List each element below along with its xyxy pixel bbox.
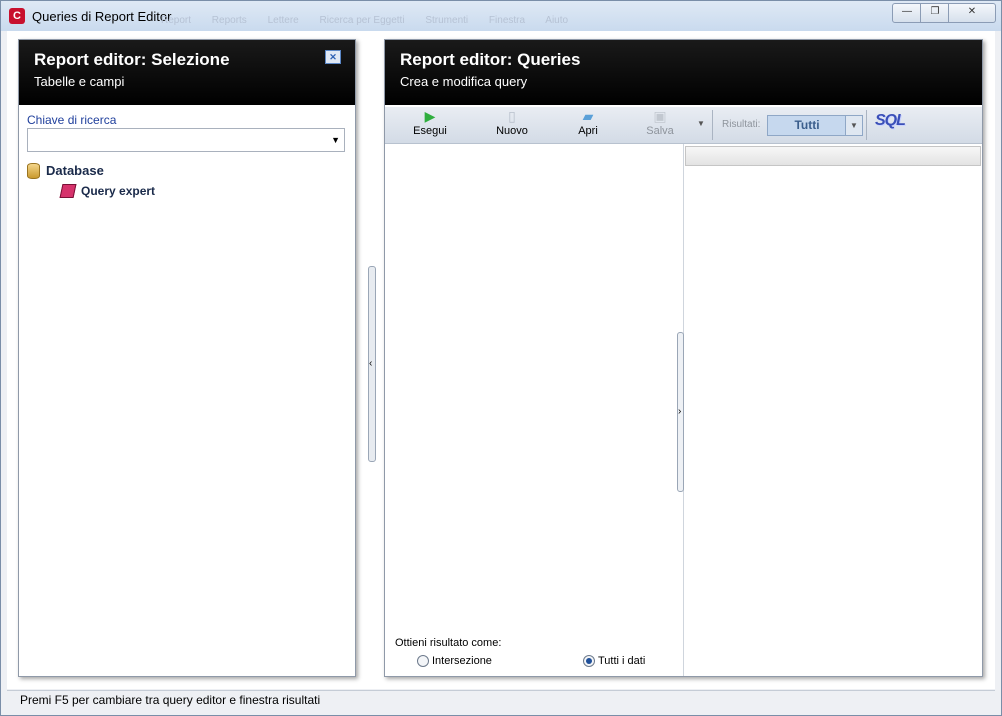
radio-intersezione[interactable]: Intersezione [417, 655, 492, 668]
risultati-label: Risultati: [722, 119, 761, 130]
ghost-menu-item: Strumenti [425, 15, 469, 26]
status-bar: Premi F5 per cambiare tra query editor e… [7, 690, 995, 709]
tree-item-label: Query expert [81, 183, 156, 198]
esegui-button[interactable]: ▶ Esegui [403, 109, 457, 141]
result-mode-label: Ottieni risultato come: [395, 637, 502, 649]
database-icon [27, 162, 40, 179]
save-icon: ▣ [653, 108, 667, 124]
nuovo-button[interactable]: ▯ Nuovo [485, 109, 539, 141]
tree-item-database[interactable]: Database [27, 162, 104, 180]
chevron-right-icon[interactable]: › [678, 406, 681, 417]
salva-button[interactable]: ▣ Salva [633, 109, 687, 141]
chevron-left-icon[interactable]: ‹ [369, 358, 372, 369]
radio-intersezione-label: Intersezione [432, 655, 492, 668]
close-button[interactable]: ✕ [948, 3, 996, 23]
selection-panel: Report editor: Selezione Tabelle e campi… [18, 39, 356, 677]
queries-panel-title: Report editor: Queries [400, 50, 581, 69]
ghost-menu-item: Aiuto [545, 15, 569, 26]
risultati-value: Tutti [794, 118, 820, 132]
search-key-label: Chiave di ricerca [27, 113, 117, 127]
play-icon: ▶ [424, 108, 436, 124]
selection-panel-header: Report editor: Selezione Tabelle e campi… [19, 40, 355, 105]
query-editor-area[interactable] [385, 144, 684, 676]
tree-item-query-expert[interactable]: Query expert [59, 182, 156, 200]
x-icon[interactable]: ✕ [325, 50, 341, 64]
radio-unchecked-icon[interactable] [417, 655, 429, 668]
risultati-select[interactable]: Tutti ▼ [767, 115, 863, 136]
open-folder-icon: ▰ [582, 108, 594, 124]
esegui-label: Esegui [413, 125, 447, 137]
radio-checked-icon[interactable] [583, 655, 595, 668]
queries-panel: Report editor: Queries Crea e modifica q… [384, 39, 983, 677]
nuovo-label: Nuovo [496, 125, 528, 137]
ghost-menu-item: Reports [211, 15, 247, 26]
apri-button[interactable]: ▰ Apri [561, 109, 615, 141]
selection-panel-subtitle: Tabelle e campi [34, 74, 125, 89]
query-toolbar: ▶ Esegui ▯ Nuovo ▰ Apri ▣ Salva ▼ Risult… [385, 107, 982, 144]
client-area: Report editor: Selezione Tabelle e campi… [7, 31, 995, 689]
toolbar-separator [866, 110, 867, 140]
sql-button[interactable]: SQL [875, 112, 906, 130]
tree-item-label: Database [46, 163, 104, 179]
ghost-menu-item: Finestra [488, 15, 526, 26]
maximize-button[interactable]: ❐ [920, 3, 950, 23]
chevron-down-icon[interactable]: ▼ [331, 135, 340, 145]
app-icon[interactable]: C [9, 8, 25, 24]
salva-label: Salva [646, 125, 674, 137]
radio-tutti-i-dati[interactable]: Tutti i dati [583, 655, 646, 668]
selection-panel-title: Report editor: Selezione [34, 50, 230, 69]
query-icon [59, 183, 77, 198]
new-doc-icon: ▯ [508, 108, 516, 124]
toolbar-separator [712, 110, 713, 140]
title-bar[interactable]: C Queries di Report Editor Report Report… [1, 1, 1001, 31]
ghost-menu-item: Ricerca per Eggetti [319, 15, 405, 26]
queries-panel-header: Report editor: Queries Crea e modifica q… [385, 40, 982, 105]
results-grid-header[interactable] [685, 146, 981, 166]
search-key-combo[interactable]: ▼ [27, 128, 345, 152]
window-title: Queries di Report Editor [32, 9, 172, 24]
toolbar-more-dropdown[interactable]: ▼ [697, 119, 705, 128]
results-area[interactable] [685, 166, 982, 676]
ghost-menu-item: Lettere [267, 15, 299, 26]
app-window: C Queries di Report Editor Report Report… [0, 0, 1002, 716]
background-menu-bar: Report Reports Lettere Ricerca per Egget… [161, 15, 586, 26]
chevron-down-icon[interactable]: ▼ [845, 116, 862, 135]
status-text: Premi F5 per cambiare tra query editor e… [20, 693, 321, 707]
queries-panel-subtitle: Crea e modifica query [400, 74, 528, 89]
apri-label: Apri [578, 125, 598, 137]
radio-tutti-label: Tutti i dati [598, 655, 646, 668]
minimize-button[interactable]: — [892, 3, 922, 23]
ghost-menu-item: Report [161, 15, 192, 26]
